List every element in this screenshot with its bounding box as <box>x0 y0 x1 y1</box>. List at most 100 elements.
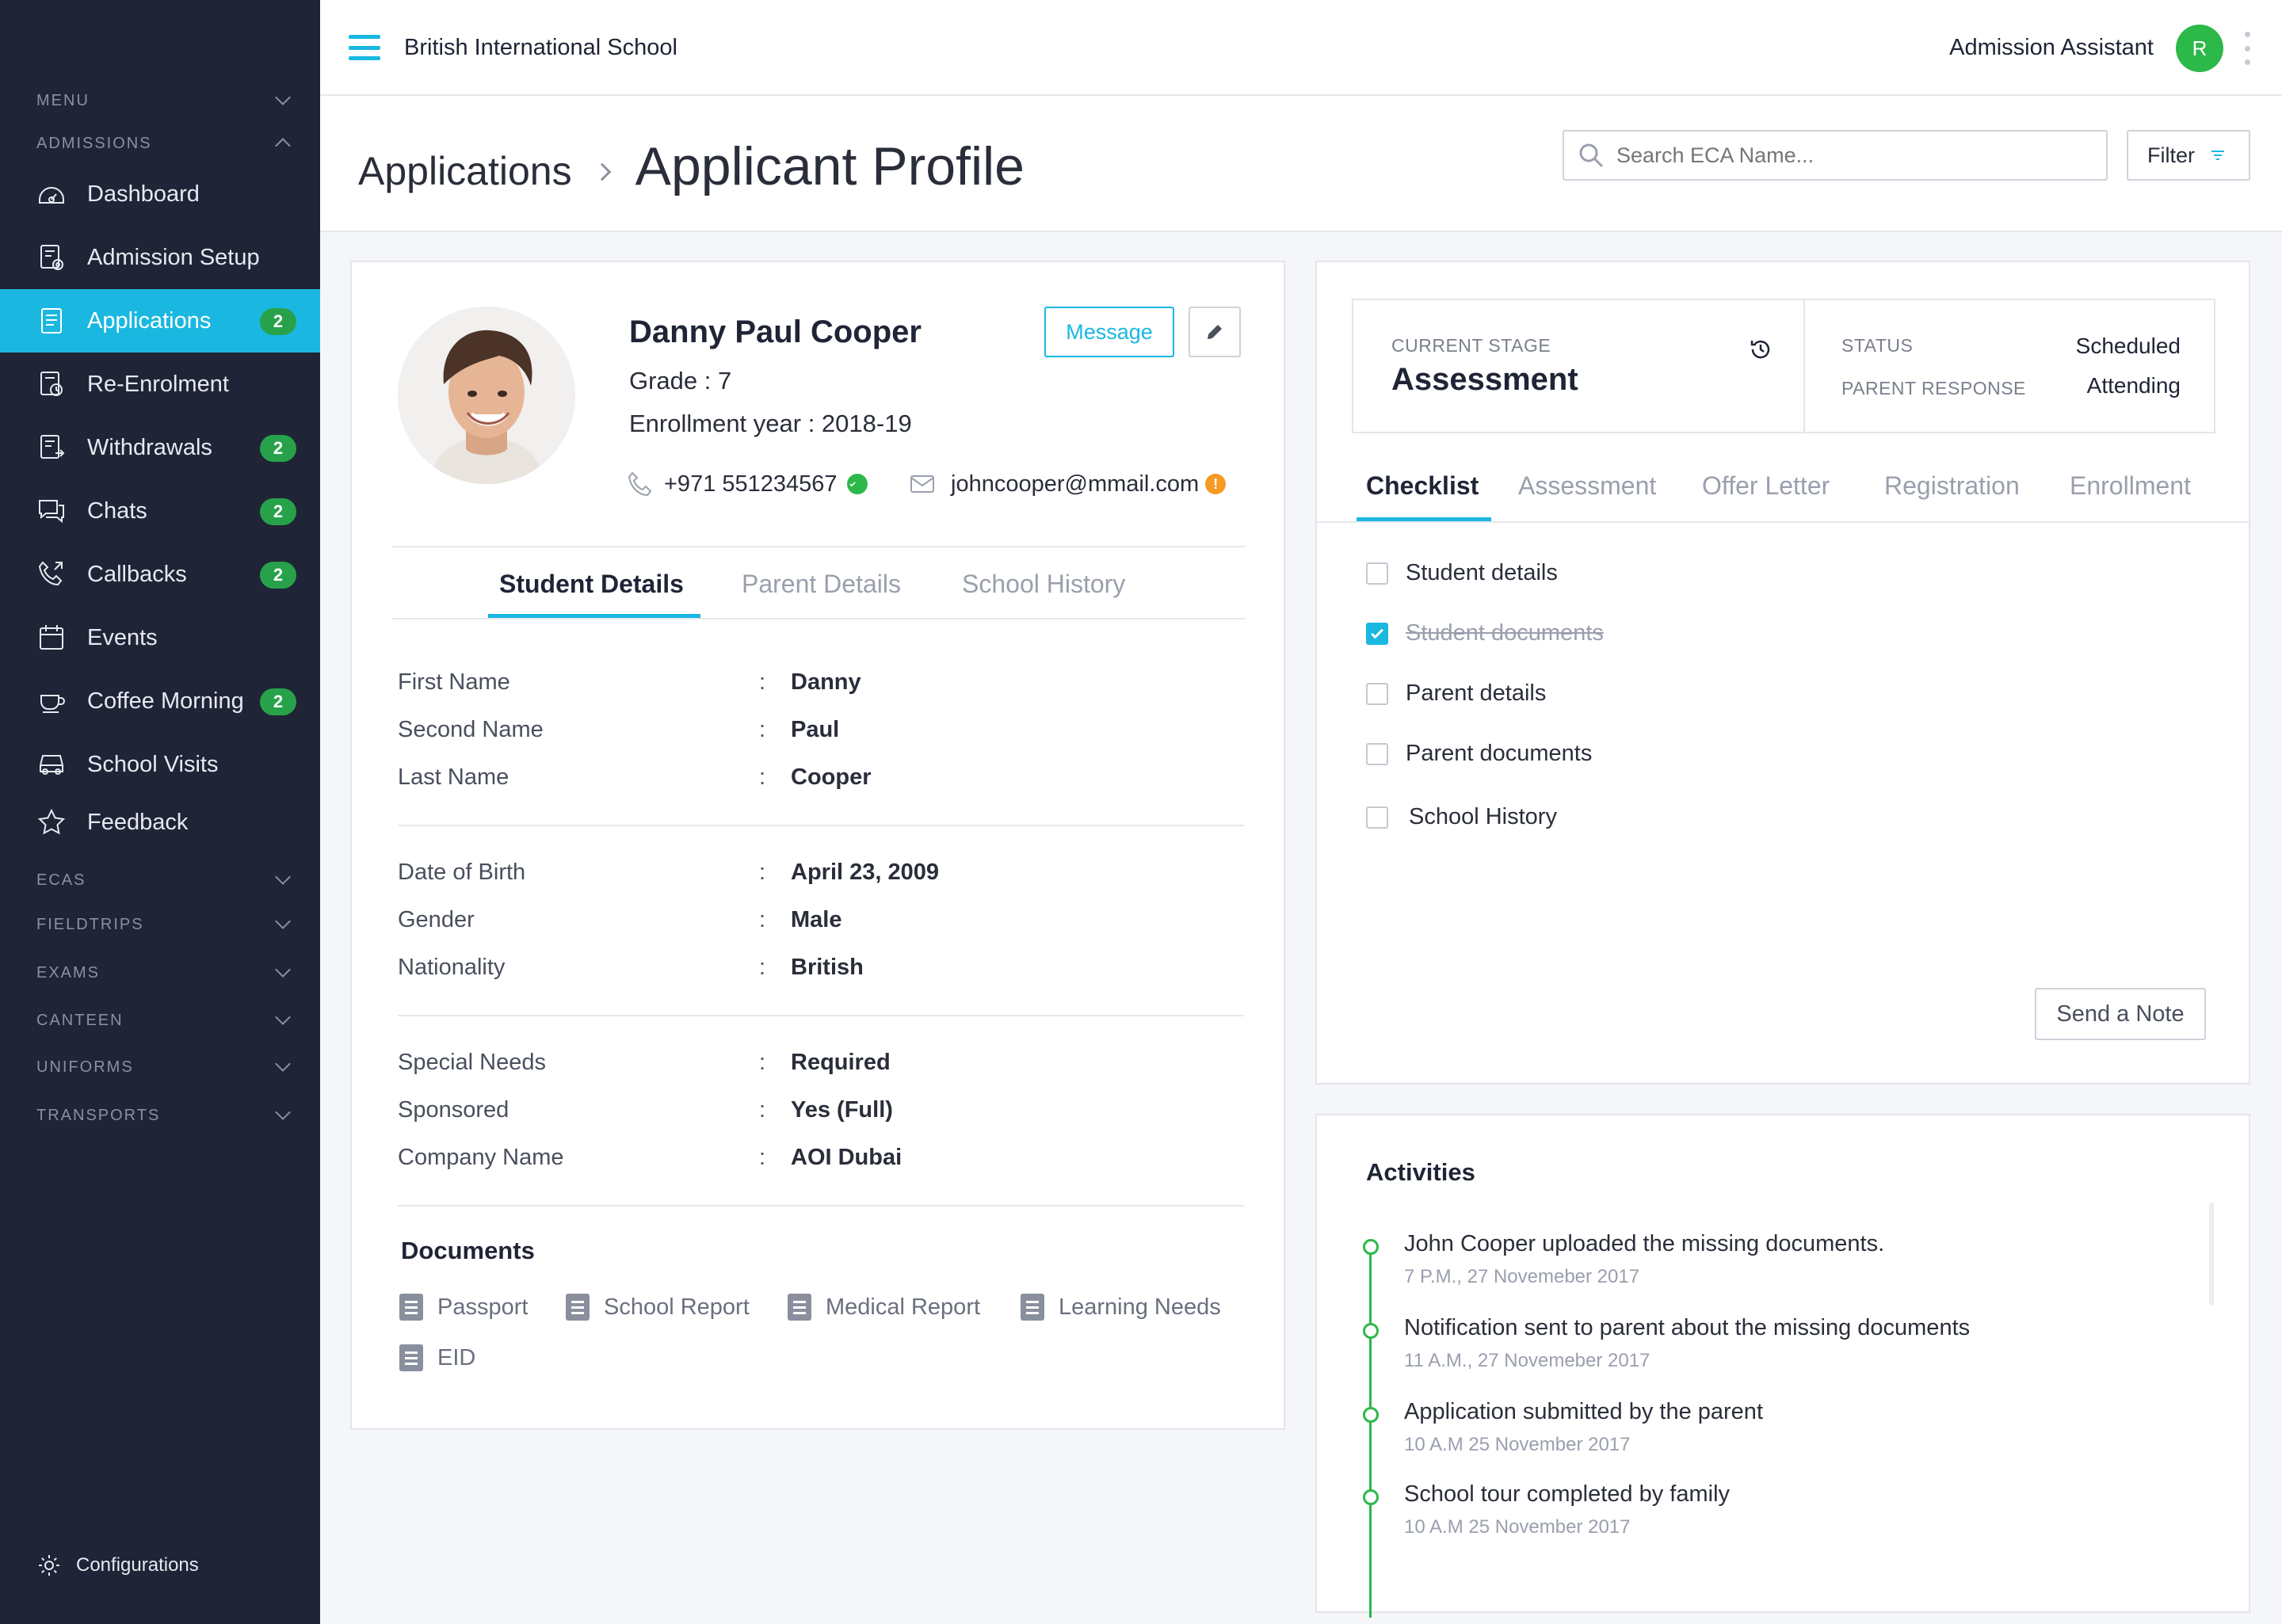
checklist-item-student-documents[interactable]: Student documents <box>1366 620 1604 646</box>
student-grade: Grade : 7 <box>629 367 732 395</box>
search-icon <box>1579 143 1604 168</box>
gear-icon <box>39 1555 59 1576</box>
sidebar-item-re-enrolment[interactable]: Re-Enrolment <box>0 353 320 416</box>
callbacks-count-badge: 2 <box>260 562 296 589</box>
filter-button[interactable]: Filter <box>2127 130 2250 181</box>
status-value: Scheduled <box>2075 334 2181 358</box>
current-stage-label: CURRENT STAGE <box>1391 335 1551 356</box>
sidebar-item-admission-setup[interactable]: Admission Setup <box>0 226 320 289</box>
tab-parent-details[interactable]: Parent Details <box>742 570 901 613</box>
parent-response-label: PARENT RESPONSE <box>1841 378 2026 398</box>
timeline-node-icon <box>1363 1323 1379 1339</box>
breadcrumb-applications[interactable]: Applications <box>358 148 572 194</box>
stage-card: CURRENT STAGE Assessment STATUS Schedule… <box>1315 261 2250 1085</box>
field-row-gender: Gender: Male <box>398 907 842 932</box>
sidebar-section-admissions[interactable]: ADMISSIONS <box>36 132 296 155</box>
send-note-button[interactable]: Send a Note <box>2035 988 2206 1040</box>
chevron-up-icon <box>275 138 291 154</box>
document-icon <box>566 1294 590 1321</box>
breadcrumb: Applications Applicant Profile <box>358 135 1025 197</box>
sidebar-item-coffee-morning[interactable]: Coffee Morning 2 <box>0 669 320 733</box>
user-role: Admission Assistant <box>1949 35 2154 60</box>
tab-registration[interactable]: Registration <box>1884 471 2020 515</box>
sidebar-section-transports[interactable]: TRANSPORTS <box>36 1104 296 1127</box>
configurations-link[interactable]: Configurations <box>36 1553 199 1578</box>
coffee-icon <box>36 686 67 716</box>
divider <box>391 618 1246 619</box>
verified-icon <box>846 474 868 494</box>
sidebar-item-school-visits[interactable]: School Visits <box>0 733 320 796</box>
page-title: Applicant Profile <box>635 136 1025 196</box>
email-contact[interactable]: johncooper@mmail.com ! <box>908 470 1227 498</box>
document-icon <box>788 1294 811 1321</box>
documents-title: Documents <box>401 1237 535 1264</box>
chevron-down-icon <box>275 1009 291 1025</box>
tab-school-history[interactable]: School History <box>962 570 1125 613</box>
pencil-icon <box>1208 325 1222 339</box>
sidebar-section-uniforms[interactable]: UNIFORMS <box>36 1055 296 1079</box>
message-button[interactable]: Message <box>1044 307 1174 357</box>
timeline-node-icon <box>1363 1239 1379 1255</box>
tab-offer-letter[interactable]: Offer Letter <box>1702 471 1830 515</box>
sidebar-section-fieldtrips[interactable]: FIELDTRIPS <box>36 913 296 936</box>
sidebar-section-ecas[interactable]: ECAS <box>36 868 296 892</box>
divider <box>1317 521 2249 523</box>
document-school-report[interactable]: School Report <box>566 1294 750 1321</box>
email-address: johncooper@mmail.com <box>951 471 1200 497</box>
sidebar-item-callbacks[interactable]: Callbacks 2 <box>0 543 320 606</box>
checkbox-checked[interactable] <box>1366 622 1388 645</box>
chats-count-badge: 2 <box>260 498 296 525</box>
document-learning-needs[interactable]: Learning Needs <box>1021 1294 1221 1321</box>
checkbox[interactable] <box>1366 806 1388 829</box>
filter-icon <box>2211 151 2224 160</box>
document-icon <box>1021 1294 1044 1321</box>
activities-card: Activities John Cooper uploaded the miss… <box>1315 1114 2250 1618</box>
search-box[interactable] <box>1563 130 2108 181</box>
sidebar-item-withdrawals[interactable]: Withdrawals 2 <box>0 416 320 479</box>
tab-student-details[interactable]: Student Details <box>499 570 684 613</box>
phone-number: +971 551234567 <box>664 471 838 497</box>
document-eid[interactable]: EID <box>399 1344 475 1371</box>
checkbox[interactable] <box>1366 682 1388 705</box>
more-options-icon[interactable] <box>2244 32 2250 65</box>
avatar[interactable]: R <box>2176 25 2223 72</box>
warning-icon: ! <box>1205 474 1227 494</box>
checklist-item-parent-details[interactable]: Parent details <box>1366 680 1546 707</box>
tab-checklist[interactable]: Checklist <box>1366 471 1479 515</box>
sidebar-section-canteen[interactable]: CANTEEN <box>36 1008 296 1032</box>
sidebar-item-applications[interactable]: Applications 2 <box>0 289 320 353</box>
document-medical-report[interactable]: Medical Report <box>788 1294 980 1321</box>
tab-assessment[interactable]: Assessment <box>1518 471 1656 515</box>
applications-count-badge: 2 <box>260 308 296 335</box>
admission-setup-icon <box>36 242 67 273</box>
sidebar-section-menu[interactable]: MENU <box>36 89 296 112</box>
sidebar-item-dashboard[interactable]: Dashboard <box>0 162 320 226</box>
tab-enrollment[interactable]: Enrollment <box>2070 471 2191 515</box>
history-icon[interactable] <box>1748 337 1773 362</box>
sidebar-item-events[interactable]: Events <box>0 606 320 669</box>
divider <box>398 1205 1244 1207</box>
edit-button[interactable] <box>1189 307 1241 357</box>
sidebar: MENU ADMISSIONS Dashboard Admission Setu… <box>0 0 320 1624</box>
checkbox[interactable] <box>1366 562 1388 585</box>
scrollbar[interactable] <box>2209 1203 2214 1306</box>
sidebar-item-feedback[interactable]: Feedback <box>0 791 320 854</box>
checklist-item-student-details[interactable]: Student details <box>1366 560 1558 586</box>
checkbox[interactable] <box>1366 742 1388 765</box>
search-input[interactable] <box>1616 143 2076 168</box>
top-bar: British International School Admission A… <box>320 0 2282 96</box>
applications-icon <box>36 306 67 336</box>
checklist-item-school-history[interactable]: School History <box>1366 804 1557 830</box>
field-row-first-name: First Name: Danny <box>398 669 861 695</box>
current-stage-value: Assessment <box>1391 362 1578 397</box>
hamburger-menu-icon[interactable] <box>349 35 380 60</box>
checklist-item-parent-documents[interactable]: Parent documents <box>1366 741 1592 767</box>
sidebar-section-exams[interactable]: EXAMS <box>36 961 296 985</box>
student-name: Danny Paul Cooper <box>629 315 922 349</box>
document-passport[interactable]: Passport <box>399 1294 528 1321</box>
phone-contact[interactable]: +971 551234567 <box>626 470 868 498</box>
sidebar-item-chats[interactable]: Chats 2 <box>0 479 320 543</box>
chevron-right-icon <box>593 162 611 181</box>
mail-icon <box>910 475 934 493</box>
divider <box>391 546 1246 547</box>
